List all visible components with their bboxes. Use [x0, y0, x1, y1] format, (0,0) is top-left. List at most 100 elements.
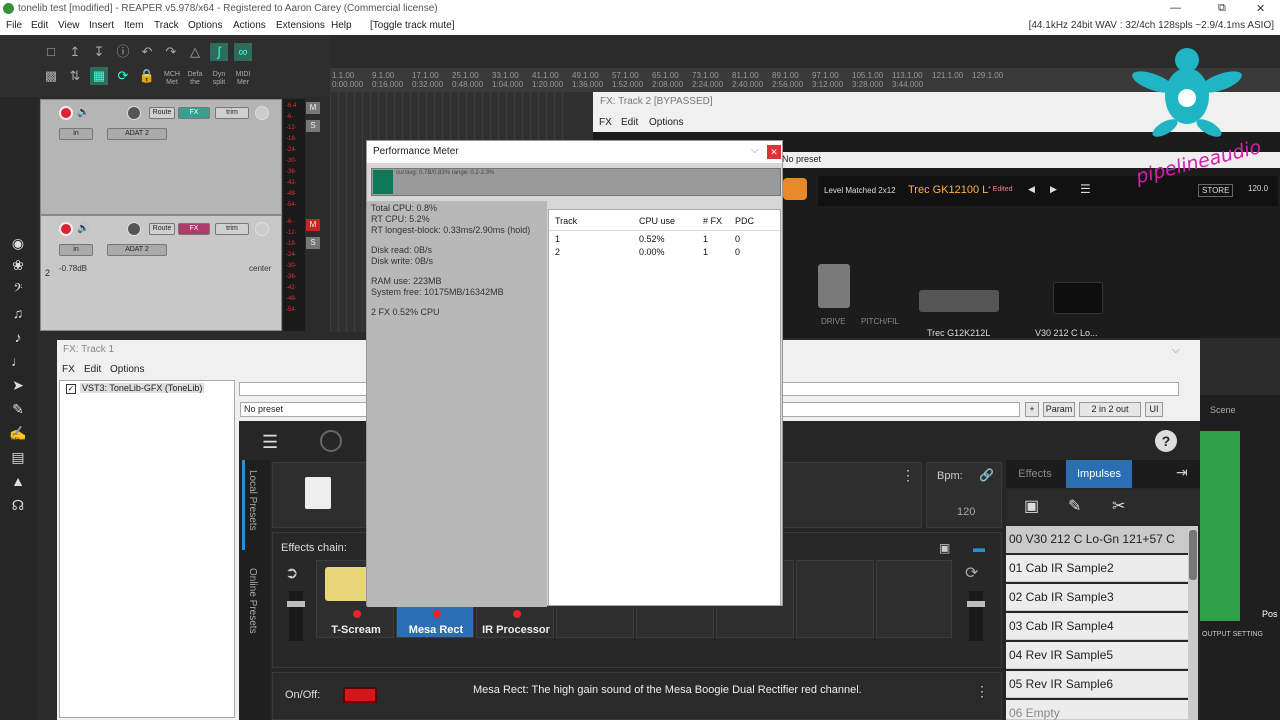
grid-icon[interactable]: ▦ — [90, 67, 108, 85]
online-presets-tab[interactable]: Online Presets — [247, 568, 258, 634]
person-icon[interactable]: ▲ — [8, 473, 28, 491]
onoff-toggle[interactable] — [343, 687, 377, 703]
pen-icon[interactable]: ✍ — [8, 425, 28, 443]
edit-icon[interactable]: ✎ — [1068, 496, 1081, 516]
chain-slot-8[interactable] — [876, 560, 952, 638]
impulse-item[interactable]: 02 Cab IR Sample3 — [1006, 584, 1188, 611]
acoustic-guitar-icon[interactable]: ♫ — [8, 305, 28, 323]
param-button[interactable]: Param — [1043, 402, 1075, 417]
menu-help[interactable]: Help — [331, 20, 352, 31]
record-arm-icon[interactable] — [59, 222, 73, 236]
column-header[interactable]: Track — [555, 216, 577, 226]
metronome-icon[interactable]: △ — [186, 43, 204, 61]
track-panel-2[interactable]: 2 🔊 Route FX trim in ADAT 2 -0.78dB cent… — [40, 215, 282, 331]
hamburger-icon[interactable]: ☰ — [262, 432, 278, 453]
camera-icon[interactable]: ▣ — [939, 541, 950, 555]
impulse-item[interactable]: 06 Empty — [1006, 700, 1188, 720]
item-grouping-icon[interactable]: ▩ — [42, 67, 60, 85]
impulse-item[interactable]: 00 V30 212 C Lo-Gn 121+57 C — [1006, 526, 1188, 553]
impulse-item[interactable]: 04 Rev IR Sample5 — [1006, 642, 1188, 669]
bpm-value[interactable]: 120 — [957, 506, 975, 518]
help-icon[interactable]: ? — [1155, 430, 1177, 452]
tab-impulses[interactable]: Impulses — [1066, 460, 1132, 488]
plane-icon[interactable]: ➤ — [8, 377, 28, 395]
route-button[interactable]: Route — [149, 107, 175, 119]
track-2-solo-button[interactable]: S — [306, 237, 320, 249]
plugin-enable-checkbox[interactable]: ✓ — [66, 384, 76, 394]
input-slider[interactable] — [287, 591, 305, 641]
menu-insert[interactable]: Insert — [89, 20, 114, 31]
panel-collapse-icon[interactable]: ⇥ — [1176, 464, 1188, 481]
new-project-icon[interactable]: □ — [42, 43, 60, 61]
bass-clef-icon[interactable]: 𝄢 — [8, 281, 28, 299]
power-led-icon[interactable] — [513, 610, 521, 618]
input-monitor-button[interactable]: in — [59, 244, 93, 256]
tab-effects[interactable]: Effects — [1006, 460, 1064, 488]
impulse-item[interactable]: 05 Rev IR Sample6 — [1006, 671, 1188, 698]
lock-icon[interactable]: 🔒 — [138, 67, 156, 85]
prev-icon[interactable]: ◀ — [1028, 184, 1035, 195]
bed-icon[interactable]: ▬ — [973, 541, 985, 555]
volume-knob[interactable] — [127, 106, 141, 120]
open-project-icon[interactable]: ↥ — [66, 43, 84, 61]
minimize-icon[interactable]: — — [1170, 2, 1181, 14]
snap-icon[interactable]: ∫ — [210, 43, 228, 61]
power-led-icon[interactable] — [433, 610, 441, 618]
output-icon[interactable]: ⟳ — [965, 563, 978, 583]
close-icon[interactable]: ✕ — [767, 145, 781, 159]
impulse-scrollbar[interactable] — [1188, 526, 1198, 720]
save-project-icon[interactable]: ↧ — [90, 43, 108, 61]
preset-more-icon[interactable]: ⋮ — [901, 467, 915, 484]
track-2-mute-button[interactable]: M — [306, 219, 320, 231]
link-icon[interactable]: 🔗 — [979, 468, 994, 482]
notes-icon[interactable] — [305, 477, 331, 509]
track-1-mute-button[interactable]: M — [306, 102, 320, 114]
preset-add-button[interactable]: + — [1025, 402, 1039, 417]
fx2-menu-edit[interactable]: Edit — [621, 117, 638, 128]
fx2-menu-fx[interactable]: FX — [599, 117, 612, 128]
fx1-menu-options[interactable]: Options — [110, 364, 144, 375]
menu-edit[interactable]: Edit — [31, 20, 48, 31]
input-monitor-button[interactable]: in — [59, 128, 93, 140]
palette-icon[interactable]: ❀ — [8, 257, 28, 275]
drum-icon[interactable]: ◉ — [8, 235, 28, 253]
defa-button[interactable]: Defa the — [184, 71, 206, 87]
fx-button[interactable]: FX — [178, 107, 210, 119]
project-settings-icon[interactable]: ⓘ — [114, 43, 132, 61]
input-select[interactable]: ADAT 2 — [107, 128, 167, 140]
headphones-icon[interactable]: ☊ — [8, 497, 28, 515]
pan-knob[interactable] — [255, 222, 269, 236]
pin-icon[interactable]: ⌵ — [751, 145, 759, 156]
clear-icon[interactable]: ✂ — [1112, 496, 1125, 516]
track-panel-1[interactable]: 🔊 Route FX trim in ADAT 2 — [40, 99, 282, 215]
speaker-icon[interactable]: 🔊 — [77, 107, 89, 118]
menu-actions[interactable]: Actions — [233, 20, 266, 31]
perf-track-table[interactable]: Track CPU use # FX PDC 1 0.52% 1 0 2 0.0… — [548, 209, 781, 606]
trim-button[interactable]: trim — [215, 107, 249, 119]
ripple-icon[interactable]: ∞ — [234, 43, 252, 61]
chain-slot-7[interactable] — [796, 560, 874, 638]
envelope-icon[interactable]: ⇅ — [66, 67, 84, 85]
io-button[interactable]: 2 in 2 out — [1079, 402, 1141, 417]
route-button[interactable]: Route — [149, 223, 175, 235]
plugin-entry[interactable]: VST3: ToneLib-GFX (ToneLib) — [80, 383, 205, 393]
drive-pedal-icon[interactable] — [818, 264, 850, 308]
column-header[interactable]: CPU use — [639, 216, 675, 226]
fx2-menu-options[interactable]: Options — [649, 117, 683, 128]
amp-name[interactable]: Trec GK12100 L — [908, 184, 988, 196]
mch-met-button[interactable]: MCH Met — [160, 71, 184, 87]
scene-label[interactable]: Scene — [1210, 405, 1236, 415]
electric-guitar-icon[interactable]: ♪ — [8, 329, 28, 347]
input-select[interactable]: ADAT 2 — [107, 244, 167, 256]
impulse-item[interactable]: 01 Cab IR Sample2 — [1006, 555, 1188, 582]
menu-icon[interactable]: ☰ — [1080, 182, 1091, 196]
cab1-icon[interactable] — [919, 290, 999, 312]
next-icon[interactable]: ▶ — [1050, 184, 1057, 195]
restore-icon[interactable]: ⧉ — [1218, 2, 1226, 15]
output-slider[interactable] — [967, 591, 985, 641]
cab2-icon[interactable] — [1053, 282, 1103, 314]
menu-toggle-track-mute[interactable]: [Toggle track mute] — [370, 20, 454, 31]
undo-icon[interactable]: ↶ — [138, 43, 156, 61]
power-led-icon[interactable] — [353, 610, 361, 618]
close-icon[interactable]: ✕ — [1256, 2, 1265, 15]
